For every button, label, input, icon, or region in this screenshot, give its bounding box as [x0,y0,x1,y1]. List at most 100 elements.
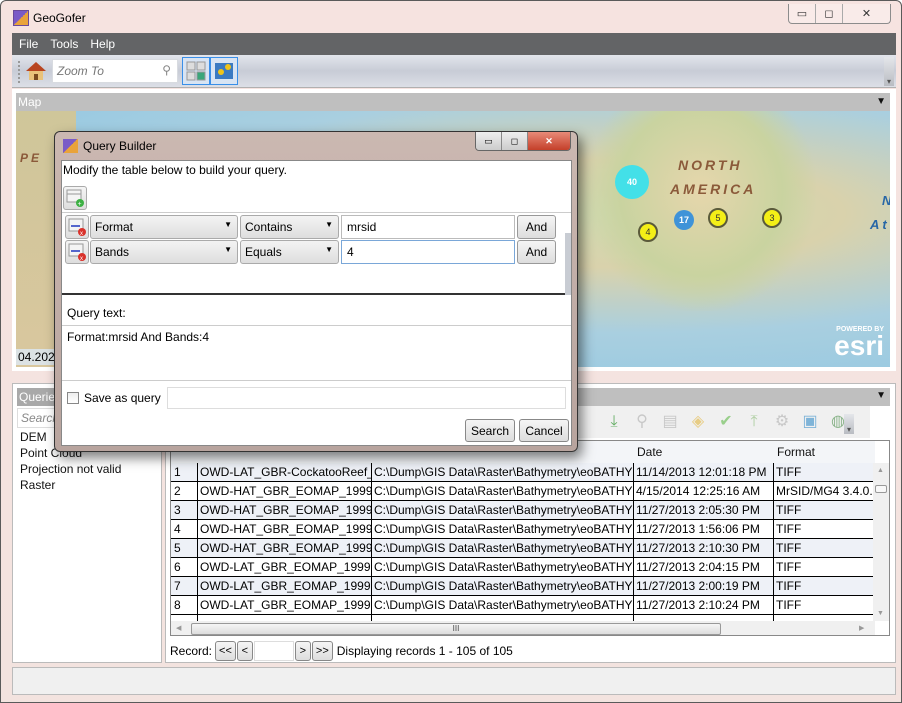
first-record-button[interactable]: << [215,641,236,661]
operator-select[interactable]: Contains ▼ [240,215,339,239]
dialog-minimize-button[interactable]: ▭ [476,132,502,150]
map-cluster-marker[interactable]: 17 [674,210,694,230]
image-icon[interactable]: ▣ [800,412,820,432]
map-land-north-america [586,111,816,311]
layout-button[interactable] [182,57,210,85]
last-record-button[interactable]: >> [311,641,333,661]
cell-path: C:\Dump\GIS Data\Raster\Bathymetry\eoBAT… [374,560,633,574]
search-icon[interactable]: ⚲ [162,63,171,77]
horizontal-scroll-thumb[interactable]: III [191,623,721,635]
close-button[interactable]: ✕ [843,4,890,23]
search-icon[interactable]: ⚲ [632,412,652,432]
table-row[interactable]: 5 OWD-HAT_GBR_EOMAP_1999-2 C:\Dump\GIS Dat… [171,539,875,558]
search-button[interactable]: Search [465,419,515,442]
scroll-down-icon[interactable]: ▼ [877,610,884,617]
cell-date: 11/27/2013 2:04:15 PM [636,560,760,574]
grid-horizontal-scrollbar[interactable]: ◀ III ▶ [171,621,875,635]
add-condition-button[interactable]: + [63,186,87,210]
map-label-america: AMERICA [670,181,757,197]
table-row[interactable]: 2 OWD-HAT_GBR_EOMAP_1999-2 C:\Dump\GIS Dat… [171,482,875,501]
maximize-button[interactable]: ◻ [816,4,843,23]
tag-icon[interactable]: ◈ [688,412,708,432]
chevron-down-icon: ▼ [325,220,333,229]
map-cluster-marker[interactable]: 4 [638,222,658,242]
table-row[interactable]: 4 OWD-HAT_GBR_EOMAP_1999-2 C:\Dump\GIS Dat… [171,520,875,539]
chevron-down-icon: ▼ [224,220,232,229]
main-toolbar: Zoom To ⚲ ▾ [12,55,896,88]
and-button[interactable]: And [517,215,556,239]
gears-icon[interactable]: ⚙ [772,412,792,432]
operator-select[interactable]: Equals ▼ [240,240,339,264]
value-input[interactable]: mrsid [341,215,515,239]
cancel-button[interactable]: Cancel [519,419,569,442]
cell-date: 11/27/2013 2:05:30 PM [636,503,760,517]
remove-condition-button[interactable]: x [65,215,89,239]
field-select[interactable]: Format ▼ [90,215,238,239]
conditions-scrollbar[interactable] [565,233,571,295]
cell-path: C:\Dump\GIS Data\Raster\Bathymetry\eoBAT… [374,465,633,479]
save-query-name-input[interactable] [167,387,566,409]
results-toolbar-overflow[interactable]: ▾ [844,414,854,434]
shield-check-icon[interactable]: ✔ [716,412,736,432]
table-row[interactable]: 8 OWD-LAT_GBR_EOMAP_1999-2 C:\Dump\GIS Dat… [171,596,875,615]
map-cluster-marker[interactable]: 40 [615,165,649,199]
column-header-format[interactable]: Format [777,445,815,459]
map-view-button[interactable] [210,57,238,85]
cell-format: TIFF [776,503,802,517]
value-input[interactable]: 4 [341,240,515,264]
cell-date: 11/14/2013 12:01:18 PM [636,465,767,479]
table-row[interactable]: 7 OWD-LAT_GBR_EOMAP_1999-2 C:\Dump\GIS Dat… [171,577,875,596]
query-text-box[interactable]: Format:mrsid And Bands:4 [62,325,571,381]
cell-num: 2 [174,484,181,498]
home-icon[interactable] [25,60,47,82]
remove-row-icon: x [68,243,86,262]
minimize-button[interactable]: ▭ [789,4,816,23]
record-pager: Record: << < > >> Displaying records 1 -… [170,640,513,662]
menu-file[interactable]: File [19,37,38,51]
table-row[interactable]: 3 OWD-HAT_GBR_EOMAP_1999-2 C:\Dump\GIS Dat… [171,501,875,520]
cell-name: OWD-LAT_GBR_EOMAP_1999-2 [200,560,371,574]
query-text-label: Query text: [67,306,126,320]
menu-tools[interactable]: Tools [50,37,78,51]
scroll-up-icon[interactable]: ▲ [877,467,884,474]
query-list-item[interactable]: Raster [20,478,121,494]
table-row[interactable]: 6 OWD-LAT_GBR_EOMAP_1999-2 C:\Dump\GIS Dat… [171,558,875,577]
results-panel-dropdown-icon[interactable]: ▼ [876,390,886,401]
document-preview-icon[interactable]: ▤ [660,412,680,432]
table-row[interactable]: 1 OWD-LAT_GBR-CockatooReef_E C:\Dump\GIS D… [171,463,875,482]
menu-help[interactable]: Help [90,37,115,51]
upload-icon[interactable]: ⤒ [744,412,764,432]
toolbar-grip[interactable] [18,61,20,83]
dialog-close-button[interactable]: ✕ [528,132,570,150]
condition-row: x Bands ▼ Equals ▼ 4 And [65,240,561,264]
map-cluster-marker[interactable]: 3 [762,208,782,228]
scroll-right-icon[interactable]: ▶ [859,624,864,632]
results-grid: Date Format 1 OWD-LAT_GBR-CockatooReef_E C… [170,440,890,636]
toolbar-overflow-button[interactable]: ▾ [884,57,894,86]
dialog-maximize-button[interactable]: ◻ [502,132,528,150]
map-label-ocean-1: N [882,193,890,208]
map-panel-dropdown-icon[interactable]: ▼ [876,93,886,111]
remove-condition-button[interactable]: x [65,240,89,264]
field-select[interactable]: Bands ▼ [90,240,238,264]
cell-num: 1 [174,465,181,479]
record-status: Displaying records 1 - 105 of 105 [336,644,513,658]
record-number-input[interactable] [253,641,294,661]
chevron-down-icon: ▼ [325,245,333,254]
prev-record-button[interactable]: < [236,641,253,661]
map-cluster-marker[interactable]: 5 [708,208,728,228]
chevron-down-icon: ▼ [224,245,232,254]
and-button[interactable]: And [517,240,556,264]
save-as-query-checkbox[interactable] [67,392,79,404]
cell-format: TIFF [776,579,802,593]
query-list-item[interactable]: Projection not valid [20,462,121,478]
zoom-to-input[interactable]: Zoom To ⚲ [52,59,178,83]
cell-path: C:\Dump\GIS Data\Raster\Bathymetry\eoBAT… [374,541,633,555]
grid-vertical-scrollbar[interactable]: ▲ ▼ [873,463,889,621]
vertical-scroll-thumb[interactable] [875,485,887,493]
dialog-app-icon [63,139,78,153]
column-header-date[interactable]: Date [637,445,662,459]
next-record-button[interactable]: > [294,641,311,661]
scroll-left-icon[interactable]: ◀ [176,624,181,632]
download-icon[interactable]: ⤓ [604,412,624,432]
